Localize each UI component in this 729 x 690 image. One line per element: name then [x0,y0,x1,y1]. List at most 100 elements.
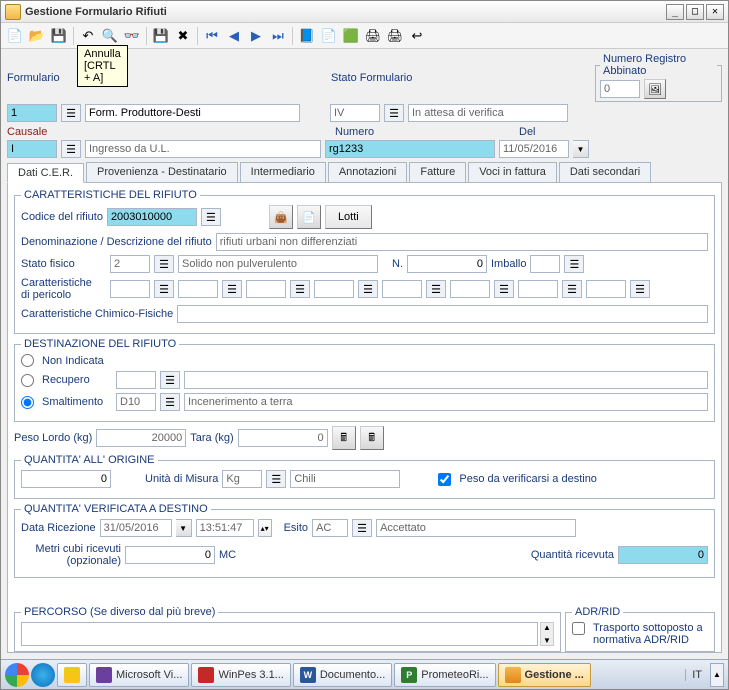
open-icon[interactable]: 📂 [27,26,47,46]
numero-input[interactable] [325,140,495,158]
print2-icon[interactable]: 🖨 [385,26,405,46]
hp4-btn[interactable]: ☰ [358,280,378,298]
time-input[interactable] [196,519,254,537]
action1-icon[interactable]: 📘 [297,26,317,46]
new-icon[interactable]: 📄 [5,26,25,46]
qdest-legend: QUANTITA' VERIFICATA A DESTINO [21,503,211,515]
causale-lookup-button[interactable]: ☰ [61,140,81,158]
doc-icon-button[interactable]: 📄 [297,205,321,229]
recupero-lookup-button[interactable]: ☰ [160,371,180,389]
maximize-button[interactable]: □ [686,4,704,20]
formulario-no-input[interactable] [7,104,57,122]
task-prometeo[interactable]: PPrometeoRi... [394,663,495,687]
hp5-input[interactable] [382,280,422,298]
tab-voci-fattura[interactable]: Voci in fattura [468,162,557,182]
delete-icon[interactable]: ✖ [173,26,193,46]
task-evo[interactable] [57,663,87,687]
percorso-scrollbar[interactable]: ▲▼ [540,622,554,646]
hp6-input[interactable] [450,280,490,298]
radio-non-indicata[interactable] [21,354,34,367]
task-gestione[interactable]: Gestione ... [498,663,591,687]
task-word[interactable]: WDocumento... [293,663,392,687]
tab-dati-secondari[interactable]: Dati secondari [559,162,651,182]
hp1-btn[interactable]: ☰ [154,280,174,298]
calc2-button[interactable]: 🖩 [360,426,384,450]
find2-icon[interactable]: 👓 [122,26,142,46]
stato-lookup-button[interactable]: ☰ [384,104,404,122]
find-icon[interactable]: 🔍 [100,26,120,46]
next-icon[interactable]: ▶ [246,26,266,46]
qric-input[interactable] [618,546,708,564]
hp8-btn[interactable]: ☰ [630,280,650,298]
del-dropdown-button[interactable]: ▼ [573,140,589,158]
close-button[interactable]: ✕ [706,4,724,20]
hp7-btn[interactable]: ☰ [562,280,582,298]
show-hidden-icons[interactable]: ▲ [710,663,724,687]
hp5-btn[interactable]: ☰ [426,280,446,298]
hp8-input[interactable] [586,280,626,298]
first-icon[interactable]: ⏮ [202,26,222,46]
esito-lookup-button[interactable]: ☰ [352,519,372,537]
tara-input[interactable] [238,429,328,447]
n-input[interactable] [407,255,487,273]
hp4-input[interactable] [314,280,354,298]
imballo-input[interactable] [530,255,560,273]
radio-smaltimento[interactable] [21,396,34,409]
num-reg-image-button[interactable]: 🖼 [644,79,666,99]
chrome-icon[interactable] [5,663,29,687]
hp3-btn[interactable]: ☰ [290,280,310,298]
calc1-button[interactable]: 🖩 [332,426,356,450]
formulario-desc-input[interactable] [85,104,300,122]
radio-recupero[interactable] [21,374,34,387]
peso-verif-checkbox[interactable] [438,473,451,486]
formulario-lookup-button[interactable]: ☰ [61,104,81,122]
time-spinner[interactable]: ▴▾ [258,519,272,537]
undo-icon[interactable]: ↶ Annulla [CRTL + A] [78,26,98,46]
stato-fisico-desc-input [178,255,378,273]
mc-input[interactable] [125,546,215,564]
lang-indicator[interactable]: IT [685,669,708,681]
tab-intermediario[interactable]: Intermediario [240,162,326,182]
hp3-input[interactable] [246,280,286,298]
hp1-input[interactable] [110,280,150,298]
hp7-input[interactable] [518,280,558,298]
data-ric-dropdown[interactable]: ▼ [176,519,192,537]
exit-icon[interactable]: ↩ [407,26,427,46]
percorso-textarea[interactable] [21,622,538,646]
adr-checkbox[interactable] [572,622,585,635]
tab-dati-cer[interactable]: Dati C.E.R. [7,163,84,183]
last-icon[interactable]: ⏭ [268,26,288,46]
codice-rifiuto-input[interactable] [107,208,197,226]
hp6-btn[interactable]: ☰ [494,280,514,298]
stato-fisico-lookup-button[interactable]: ☰ [154,255,174,273]
tabs: Dati C.E.R. Provenienza - Destinatario I… [7,162,722,183]
task-winpes[interactable]: WinPes 3.1... [191,663,290,687]
tab-fatture[interactable]: Fatture [409,162,466,182]
esito-code-input [312,519,348,537]
ie-icon[interactable] [31,663,55,687]
um-lookup-button[interactable]: ☰ [266,470,286,488]
peso-lordo-input[interactable] [96,429,186,447]
lotti-button[interactable]: Lotti [325,205,372,229]
car-chim-input[interactable] [177,305,708,323]
causale-code-input[interactable] [7,140,57,158]
print1-icon[interactable]: 🖨 [363,26,383,46]
data-ric-input[interactable] [100,519,172,537]
action2-icon[interactable]: 📄 [319,26,339,46]
task-ms-visual[interactable]: Microsoft Vi... [89,663,189,687]
hp2-btn[interactable]: ☰ [222,280,242,298]
tab-provenienza[interactable]: Provenienza - Destinatario [86,162,238,182]
action3-icon[interactable]: 🟩 [341,26,361,46]
bag-icon-button[interactable]: 👜 [269,205,293,229]
hp2-input[interactable] [178,280,218,298]
peso-lordo-label: Peso Lordo (kg) [14,432,92,444]
qorig-qty-input[interactable] [21,470,111,488]
prev-icon[interactable]: ◀ [224,26,244,46]
minimize-button[interactable]: _ [666,4,684,20]
smaltimento-lookup-button[interactable]: ☰ [160,393,180,411]
tab-annotazioni[interactable]: Annotazioni [328,162,408,182]
save-icon[interactable]: 💾 [49,26,69,46]
imballo-lookup-button[interactable]: ☰ [564,255,584,273]
codice-lookup-button[interactable]: ☰ [201,208,221,226]
save2-icon[interactable]: 💾 [151,26,171,46]
